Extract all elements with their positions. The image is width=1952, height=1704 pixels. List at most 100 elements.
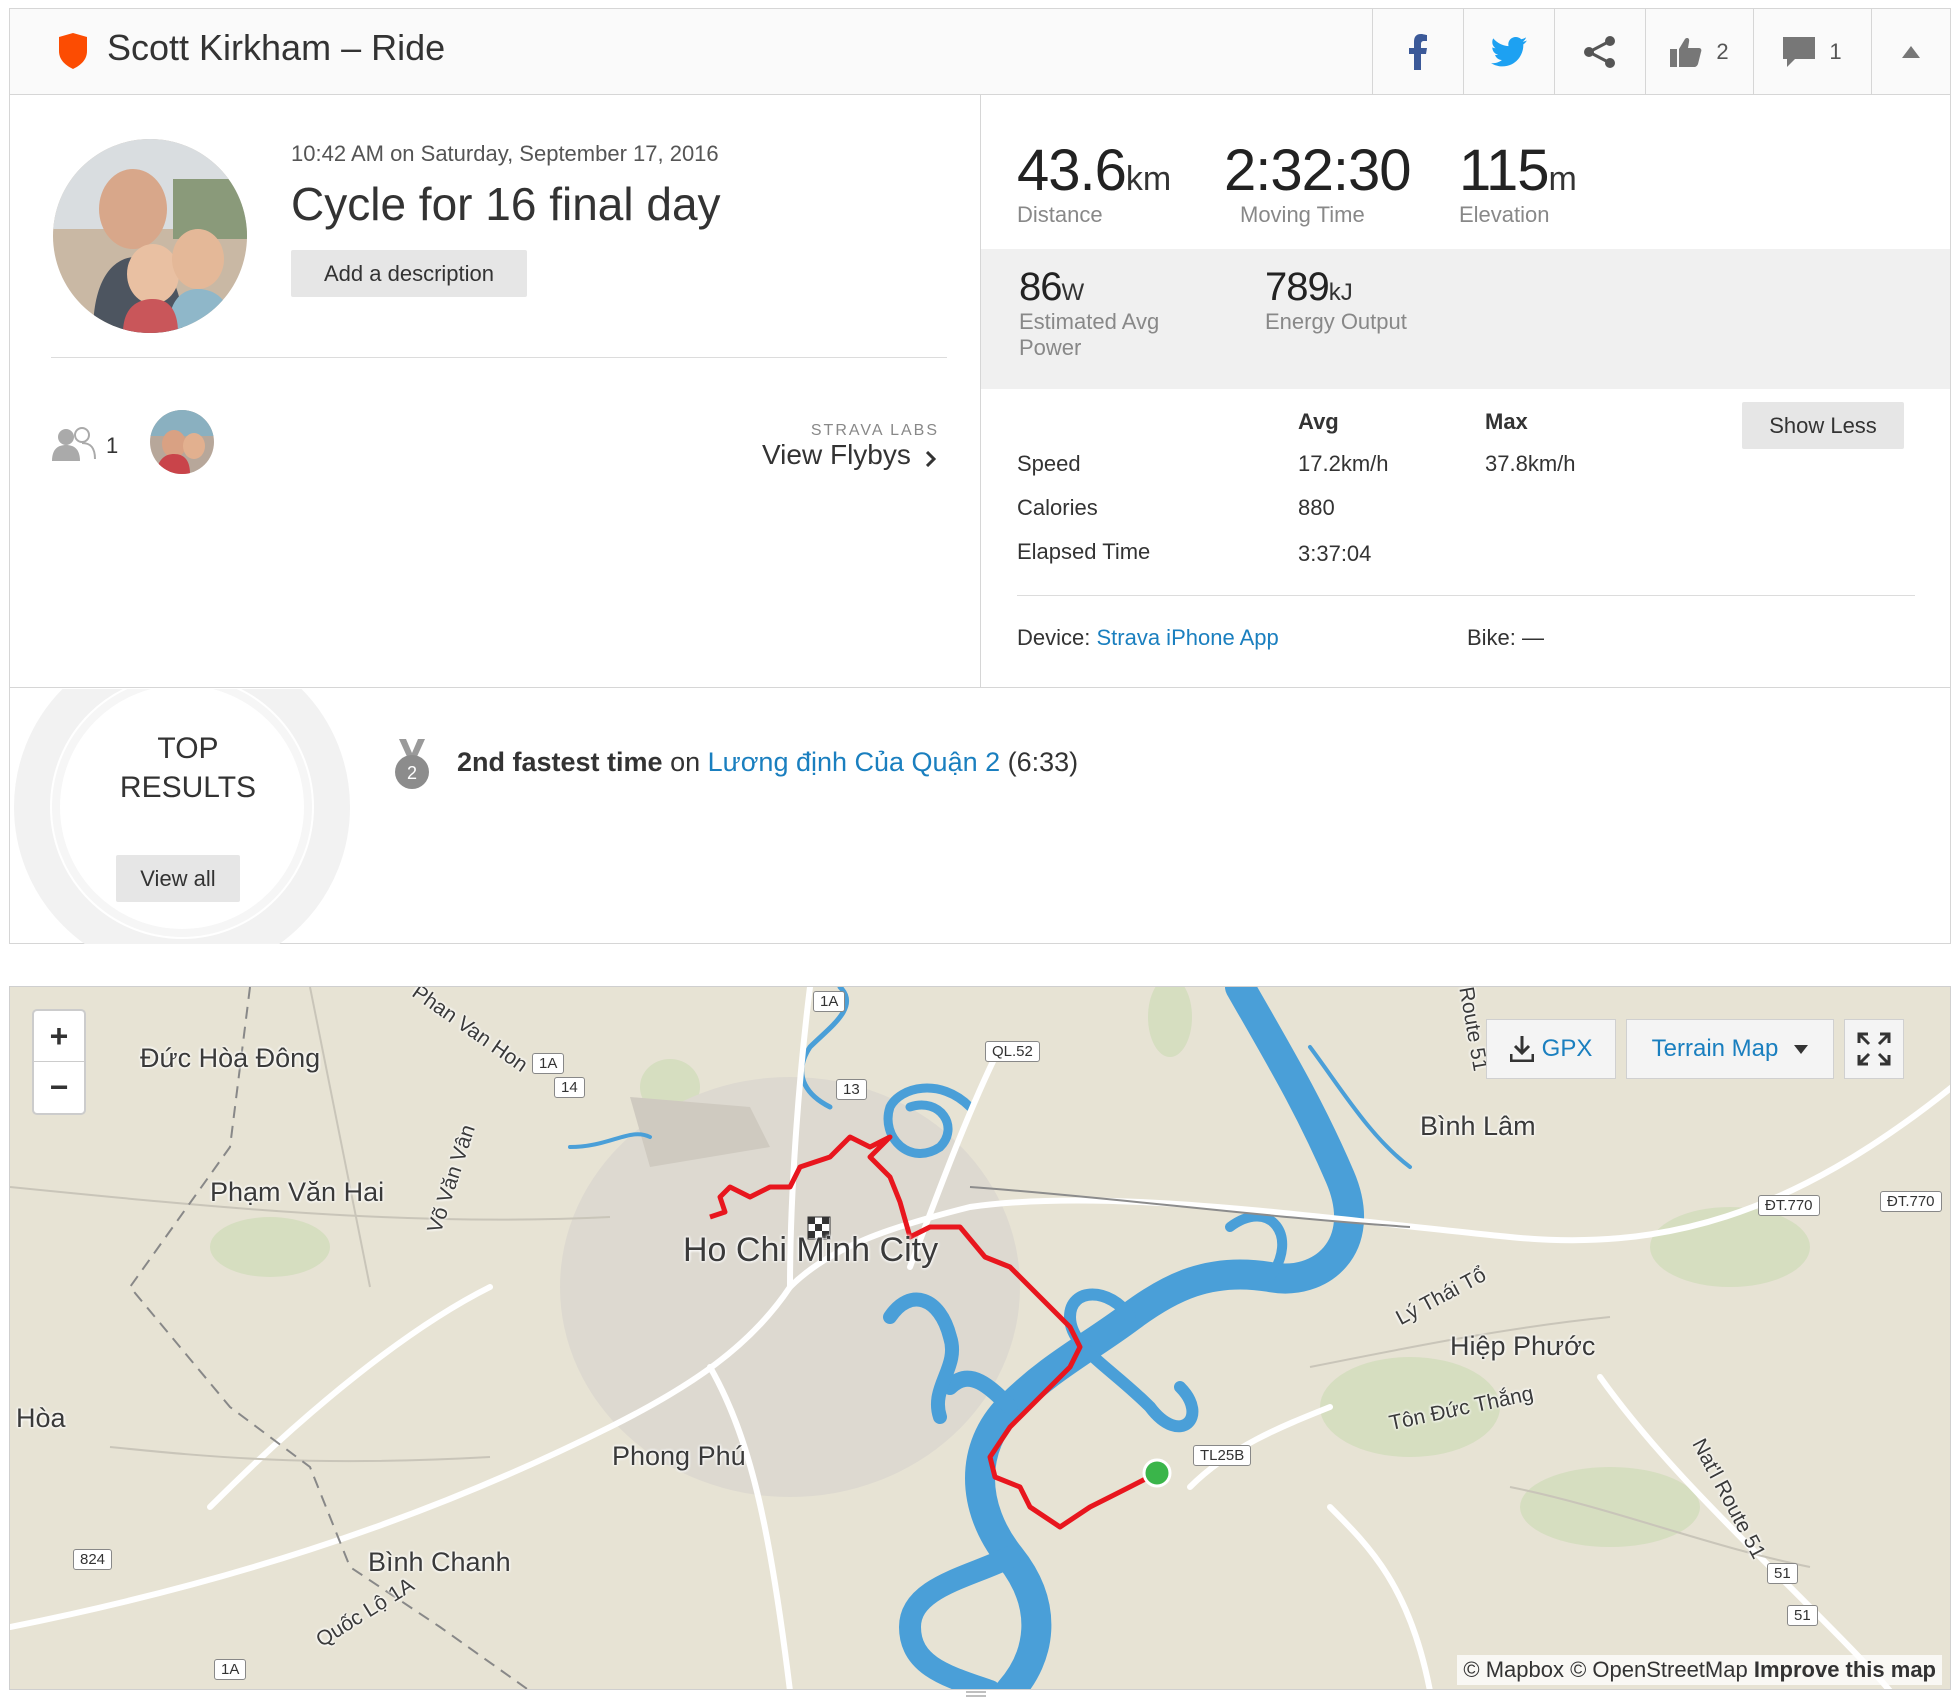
group-athlete-photo: [150, 410, 214, 474]
energy-unit: kJ: [1328, 279, 1353, 306]
collapse-button[interactable]: [1871, 9, 1950, 95]
chevron-right-icon: [926, 451, 936, 467]
segment-link[interactable]: Lương định Của Quận 2: [708, 747, 1000, 777]
group-athlete-count: 1: [106, 433, 119, 458]
strava-labs-label: STRAVA LABS: [810, 422, 939, 439]
shield-tl25b: TL25B: [1193, 1445, 1252, 1466]
energy-stat: 789kJ Energy Output: [1265, 265, 1407, 336]
zoom-out-button[interactable]: −: [34, 1062, 84, 1113]
shield-dt770-b: ĐT.770: [1880, 1191, 1942, 1212]
athlete-avatar[interactable]: [53, 139, 247, 333]
kudos-count: 2: [1716, 39, 1729, 64]
add-description-button[interactable]: Add a description: [291, 250, 527, 297]
power-unit: W: [1061, 279, 1085, 306]
place-binh-chanh: Bình Chanh: [368, 1547, 511, 1577]
bike-label: Bike:: [1467, 625, 1516, 650]
place-pham-van-hai: Phạm Văn Hai: [210, 1177, 385, 1207]
speed-max: 37.8km/h: [1485, 451, 1576, 476]
zoom-in-button[interactable]: +: [34, 1011, 84, 1062]
achievement-row: 2nd fastest time on Lương định Của Quận …: [457, 747, 1078, 778]
activity-date: 10:42 AM on Saturday, September 17, 2016: [291, 141, 719, 166]
comment-icon: [1783, 37, 1816, 67]
laurel-wreath-icon: [14, 689, 350, 944]
map-type-dropdown[interactable]: Terrain Map: [1626, 1019, 1834, 1079]
avg-header: Avg: [1298, 409, 1339, 434]
device-info: Device: Strava iPhone App: [1017, 625, 1279, 651]
comments-button[interactable]: 1: [1753, 9, 1871, 95]
download-icon: [1509, 1036, 1534, 1062]
shield-ql52: QL.52: [985, 1041, 1040, 1062]
view-flybys-link[interactable]: View Flybys: [762, 439, 911, 471]
zoom-control: + −: [32, 1009, 86, 1115]
power-stat: 86W Estimated Avg Power: [1019, 265, 1159, 362]
gpx-download-button[interactable]: GPX: [1486, 1019, 1616, 1079]
place-binh-lam: Bình Lâm: [1420, 1111, 1536, 1141]
shield-1a-mid: 1A: [532, 1053, 565, 1074]
bike-value: —: [1522, 625, 1545, 650]
achievement-rank: 2nd fastest time: [457, 747, 663, 777]
fullscreen-icon: [1857, 1032, 1891, 1066]
thumbs-up-icon: [1670, 38, 1702, 67]
route-start-marker[interactable]: [1142, 1458, 1172, 1488]
power-label-1: Estimated Avg: [1019, 309, 1160, 334]
map-tiles: [10, 987, 1950, 1689]
group-athletes-icon[interactable]: [52, 427, 96, 461]
improve-map-link[interactable]: Improve this map: [1754, 1657, 1936, 1682]
top-results-line-2: RESULTS: [119, 771, 257, 804]
group-athlete-avatar[interactable]: [150, 410, 214, 474]
distance-unit: km: [1125, 160, 1172, 198]
distance-value: 43.6: [1017, 138, 1127, 203]
place-duc-hoa-dong: Đức Hòa Đông: [140, 1043, 321, 1073]
elevation-stat: 115m Elevation: [1459, 137, 1577, 228]
elapsed-time-label: Elapsed Time: [1017, 539, 1151, 564]
elevation-value: 115: [1459, 138, 1549, 203]
shield-dt770: ĐT.770: [1758, 1195, 1820, 1216]
view-all-button[interactable]: View all: [116, 855, 240, 902]
energy-label: Energy Output: [1265, 309, 1407, 334]
place-phong-phu: Phong Phú: [612, 1441, 746, 1471]
elapsed-time-avg: 3:37:04: [1298, 541, 1372, 566]
athlete-photo: [53, 139, 247, 333]
activity-header: Scott Kirkham – Ride 2 1: [10, 9, 1950, 95]
shield-824: 824: [73, 1549, 113, 1570]
share-icon: [1584, 36, 1615, 68]
device-label: Device:: [1017, 625, 1091, 650]
show-less-button[interactable]: Show Less: [1742, 402, 1904, 449]
attribution-text[interactable]: © Mapbox © OpenStreetMap: [1463, 1657, 1747, 1682]
share-button[interactable]: [1554, 9, 1645, 95]
shield-1a-top: 1A: [813, 991, 846, 1012]
shield-51-b: 51: [1787, 1605, 1818, 1626]
bike-info: Bike: —: [1467, 625, 1544, 651]
fullscreen-button[interactable]: [1844, 1019, 1904, 1079]
resize-handle-icon[interactable]: [966, 1690, 986, 1700]
shield-13: 13: [836, 1079, 867, 1100]
kudos-button[interactable]: 2: [1645, 9, 1753, 95]
activity-name: Cycle for 16 final day: [291, 178, 721, 230]
shield-14: 14: [554, 1077, 585, 1098]
device-link[interactable]: Strava iPhone App: [1096, 625, 1278, 650]
map-type-label: Terrain Map: [1651, 1035, 1779, 1062]
divider: [51, 357, 947, 358]
achievement-time: (6:33): [1007, 747, 1079, 777]
activity-card: Scott Kirkham – Ride 2 1 10:42 AM on Sat…: [9, 8, 1951, 944]
shield-1a-bottom: 1A: [214, 1659, 247, 1680]
energy-value: 789: [1265, 265, 1330, 309]
twitter-share-button[interactable]: [1463, 9, 1554, 95]
elevation-unit: m: [1548, 160, 1577, 198]
caret-down-icon: [1794, 1044, 1809, 1054]
twitter-icon: [1491, 37, 1527, 67]
speed-avg: 17.2km/h: [1298, 451, 1389, 476]
top-results-line-1: TOP: [157, 732, 219, 765]
power-label-2: Power: [1019, 335, 1082, 360]
moving-time-value: 2:32:30: [1224, 138, 1412, 203]
place-hiep-phuoc: Hiệp Phước: [1450, 1331, 1596, 1361]
comments-count: 1: [1829, 39, 1842, 64]
gpx-label: GPX: [1541, 1035, 1593, 1062]
medal-rank: 2: [407, 763, 417, 783]
achievement-on: on: [670, 747, 701, 777]
facebook-share-button[interactable]: [1372, 9, 1463, 95]
top-results-title: TOP RESULTS: [93, 729, 283, 807]
elevation-label: Elevation: [1459, 202, 1550, 227]
facebook-icon: [1409, 34, 1427, 70]
route-map[interactable]: Đức Hòa Đông Phạm Văn Hai Hòa Ho Chi Min…: [9, 986, 1951, 1690]
